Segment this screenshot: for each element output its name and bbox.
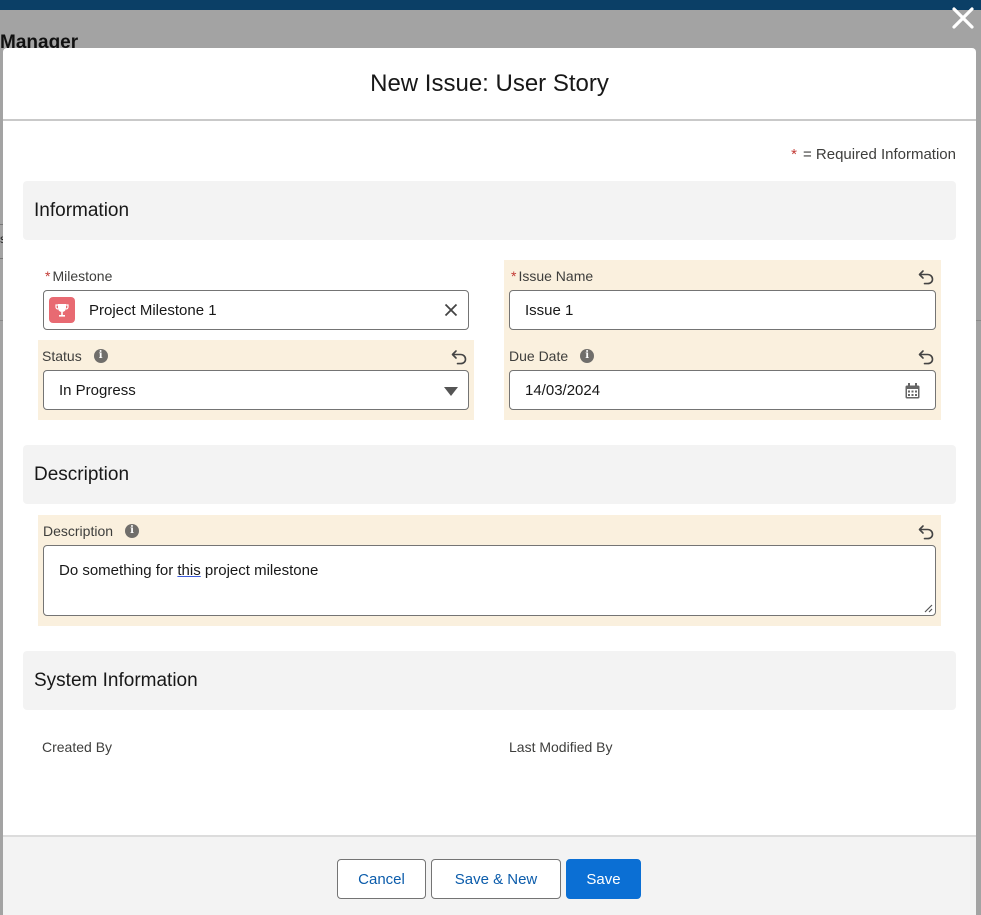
trophy-icon <box>49 297 75 323</box>
modal-footer: Cancel Save & New Save <box>3 835 976 915</box>
save-button[interactable]: Save <box>566 859 641 899</box>
milestone-lookup-input[interactable]: Project Milestone 1 <box>43 290 469 330</box>
calendar-icon[interactable] <box>905 383 920 399</box>
status-value: In Progress <box>59 381 136 399</box>
close-icon <box>952 7 974 29</box>
due-date-value: 14/03/2024 <box>525 381 601 399</box>
chevron-down-icon <box>444 387 458 396</box>
info-icon[interactable]: i <box>125 524 140 538</box>
required-star: * <box>791 146 797 163</box>
info-icon[interactable]: i <box>93 349 108 363</box>
resize-handle-icon[interactable] <box>924 604 933 613</box>
modal-header: New Issue: User Story <box>3 48 976 121</box>
close-modal-button[interactable] <box>949 4 977 32</box>
cancel-button[interactable]: Cancel <box>337 859 426 899</box>
clear-selection-button[interactable] <box>444 303 458 321</box>
section-title: System Information <box>34 669 198 691</box>
milestone-field: * Milestone Project Milestone 1 <box>38 260 474 340</box>
required-information-label: = Required Information <box>802 146 956 163</box>
milestone-label: * Milestone <box>45 268 113 284</box>
issue-name-field: * Issue Name Issue 1 <box>504 260 941 340</box>
section-information[interactable]: Information <box>23 181 956 240</box>
description-label: Description i <box>43 523 140 539</box>
description-textarea[interactable]: Do something for this project milestone <box>43 545 936 616</box>
undo-icon[interactable] <box>450 348 468 366</box>
section-system-information[interactable]: System Information <box>23 651 956 710</box>
background-header-bar <box>0 0 981 10</box>
section-description[interactable]: Description <box>23 445 956 504</box>
save-and-new-button[interactable]: Save & New <box>431 859 561 899</box>
due-date-input[interactable]: 14/03/2024 <box>509 370 936 410</box>
required-star: * <box>45 268 51 284</box>
status-label: Status i <box>42 348 108 364</box>
new-issue-modal: New Issue: User Story * = Required Inform… <box>3 48 976 915</box>
issue-name-label: * Issue Name <box>511 268 594 284</box>
section-title: Description <box>34 463 130 485</box>
issue-name-input[interactable]: Issue 1 <box>509 290 936 330</box>
description-value: Do something for this project milestone <box>59 562 319 579</box>
section-title: Information <box>34 199 130 221</box>
due-date-label: Due Date i <box>509 348 595 364</box>
undo-icon[interactable] <box>917 523 935 541</box>
last-modified-by-label: Last Modified By <box>509 739 613 755</box>
required-star: * <box>511 268 517 284</box>
undo-icon[interactable] <box>917 268 935 286</box>
description-field: Description i Do something for this proj… <box>38 515 941 626</box>
created-by-label: Created By <box>42 739 113 755</box>
status-picklist[interactable]: In Progress <box>43 370 469 410</box>
due-date-field: Due Date i 14/03/2024 <box>504 340 941 420</box>
status-field: Status i In Progress <box>38 340 474 420</box>
required-information-note: * = Required Information <box>791 146 956 163</box>
issue-name-value: Issue 1 <box>525 301 574 319</box>
clear-icon <box>444 303 458 317</box>
milestone-value: Project Milestone 1 <box>89 301 217 319</box>
undo-icon[interactable] <box>917 348 935 366</box>
info-icon[interactable]: i <box>580 349 595 363</box>
modal-title: New Issue: User Story <box>370 69 609 97</box>
